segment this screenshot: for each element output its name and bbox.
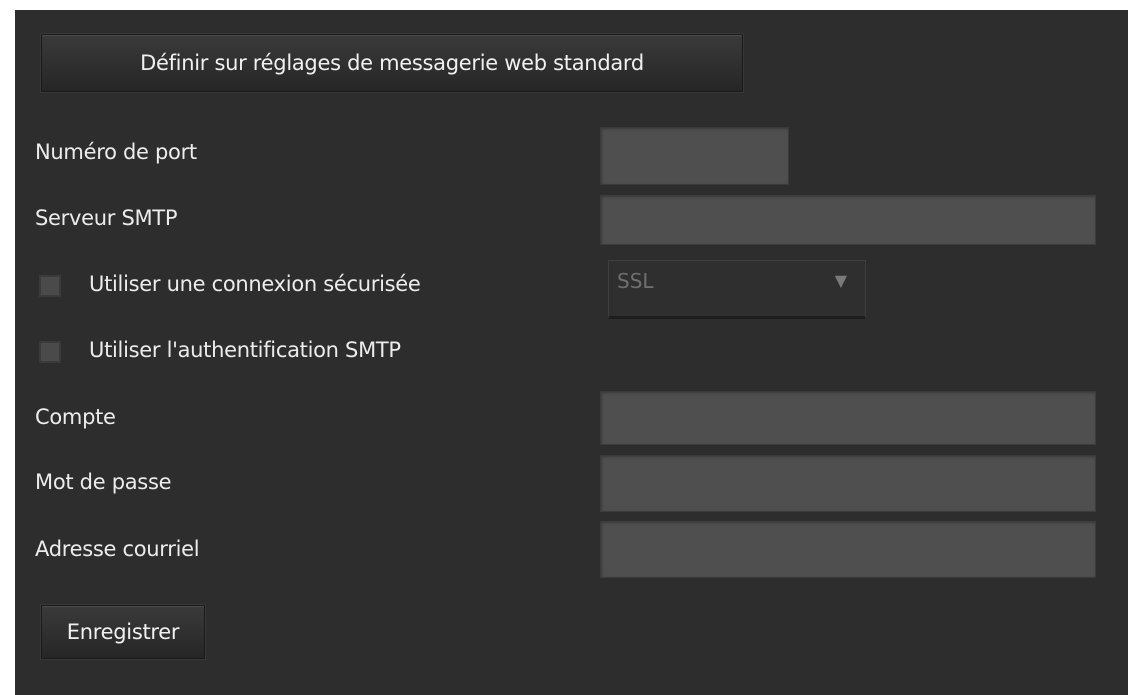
email-input[interactable] [600, 521, 1096, 578]
save-button-label: Enregistrer [66, 620, 180, 644]
webmail-defaults-button[interactable]: Définir sur réglages de messagerie web s… [41, 34, 743, 92]
smtp-server-input[interactable] [600, 195, 1096, 245]
security-type-value: SSL [617, 269, 654, 293]
secure-connection-checkbox[interactable] [39, 275, 61, 297]
email-label: Adresse courriel [35, 537, 200, 561]
smtp-server-label: Serveur SMTP [35, 206, 178, 230]
triangle-down-icon[interactable]: ▼ [835, 271, 847, 290]
smtp-settings-panel: Définir sur réglages de messagerie web s… [15, 10, 1128, 695]
port-input[interactable] [600, 127, 789, 185]
save-button[interactable]: Enregistrer [41, 605, 205, 659]
security-type-select[interactable]: SSL ▼ [608, 260, 866, 319]
smtp-auth-label: Utiliser l'authentification SMTP [89, 338, 401, 362]
port-label: Numéro de port [35, 140, 197, 164]
password-label: Mot de passe [35, 470, 172, 494]
secure-connection-label: Utiliser une connexion sécurisée [89, 272, 421, 296]
smtp-auth-checkbox[interactable] [39, 341, 61, 363]
account-label: Compte [35, 405, 116, 429]
account-input[interactable] [600, 391, 1096, 445]
webmail-defaults-button-label: Définir sur réglages de messagerie web s… [140, 51, 644, 75]
password-input[interactable] [600, 455, 1096, 512]
